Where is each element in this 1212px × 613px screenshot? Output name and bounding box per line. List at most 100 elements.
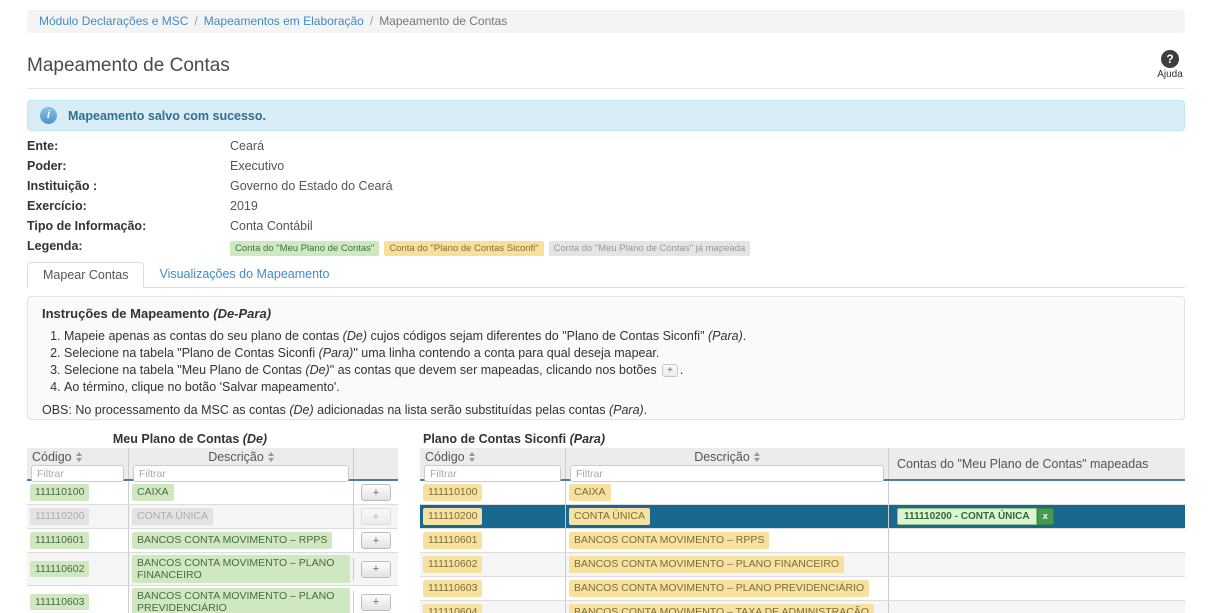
my-plan-account-row[interactable]: 111110200 CONTA ÚNICA + bbox=[27, 505, 398, 529]
legend-badges: Conta do "Meu Plano de Contas" Conta do "… bbox=[230, 238, 750, 259]
add-account-button[interactable]: + bbox=[361, 508, 391, 525]
add-account-button[interactable]: + bbox=[361, 532, 391, 549]
alert-message: Mapeamento salvo com sucesso. bbox=[68, 109, 266, 123]
account-code-badge: 111110601 bbox=[423, 532, 482, 548]
right-table-header: Código Descrição Contas do "Meu Plano de… bbox=[420, 448, 1185, 481]
legend-badge-yellow: Conta do "Plano de Contas Siconfi" bbox=[384, 241, 543, 256]
field-label: Tipo de Informação: bbox=[27, 219, 230, 239]
info-field-row: Ente:Ceará bbox=[27, 139, 1185, 159]
field-label: Instituição : bbox=[27, 179, 230, 199]
legend-badge-green: Conta do "Meu Plano de Contas" bbox=[230, 241, 379, 256]
right-desc-column-header[interactable]: Descrição bbox=[566, 450, 888, 464]
sort-icon[interactable] bbox=[754, 452, 760, 462]
left-table-title-em: (De) bbox=[243, 432, 267, 446]
field-value: Executivo bbox=[230, 159, 284, 179]
right-code-column-header[interactable]: Código bbox=[420, 450, 565, 464]
right-table-title-em: (Para) bbox=[570, 432, 605, 446]
my-plan-account-row[interactable]: 111110602BANCOS CONTA MOVIMENTO – PLANO … bbox=[27, 553, 398, 586]
question-mark-icon: ? bbox=[1161, 50, 1179, 68]
breadcrumb-item: Mapeamento de Contas bbox=[379, 14, 507, 28]
field-value: Ceará bbox=[230, 139, 264, 159]
add-account-button[interactable]: + bbox=[361, 561, 391, 578]
instruction-item: Ao término, clique no botão 'Salvar mape… bbox=[64, 379, 1170, 396]
instructions-obs: OBS: No processamento da MSC as contas (… bbox=[42, 403, 1170, 417]
mapped-account-label: 111110200 - CONTA ÚNICA bbox=[897, 508, 1037, 525]
field-label: Ente: bbox=[27, 139, 230, 159]
info-field-row: Poder:Executivo bbox=[27, 159, 1185, 179]
account-desc-badge: BANCOS CONTA MOVIMENTO – PLANO PREVIDENC… bbox=[569, 580, 869, 596]
page-title: Mapeamento de Contas bbox=[27, 55, 230, 77]
field-label: Poder: bbox=[27, 159, 230, 179]
mapped-account-badge: 111110200 - CONTA ÚNICAx bbox=[897, 508, 1054, 525]
instruction-item: Selecione na tabela "Plano de Contas Sic… bbox=[64, 345, 1170, 362]
right-table-title-text: Plano de Contas Siconfi bbox=[423, 432, 566, 446]
add-account-button[interactable]: + bbox=[361, 484, 391, 501]
sort-icon[interactable] bbox=[268, 452, 274, 462]
tab-mapear-contas[interactable]: Mapear Contas bbox=[27, 262, 144, 288]
account-code-badge: 111110603 bbox=[423, 580, 482, 596]
right-desc-filter-input[interactable] bbox=[570, 465, 884, 482]
success-alert: i Mapeamento salvo com sucesso. bbox=[27, 100, 1185, 131]
breadcrumb: Módulo Declarações e MSC / Mapeamentos em … bbox=[27, 10, 1185, 33]
siconfi-account-row[interactable]: 111110602BANCOS CONTA MOVIMENTO – PLANO … bbox=[420, 553, 1185, 577]
account-desc-badge: BANCOS CONTA MOVIMENTO – RPPS bbox=[132, 532, 332, 548]
left-desc-column-header[interactable]: Descrição bbox=[129, 450, 353, 464]
account-code-badge: 111110602 bbox=[423, 556, 482, 572]
my-plan-account-row[interactable]: 111110100CAIXA+ bbox=[27, 481, 398, 505]
mapped-accounts-column-header: Contas do "Meu Plano de Contas" mapeadas bbox=[889, 450, 1185, 479]
siconfi-account-row[interactable]: 111110601BANCOS CONTA MOVIMENTO – RPPS bbox=[420, 529, 1185, 553]
entity-info: Ente:CearáPoder:ExecutivoInstituição :Go… bbox=[27, 139, 1185, 259]
breadcrumb-item[interactable]: Mapeamentos em Elaboração bbox=[204, 14, 364, 28]
right-table-title: Plano de Contas Siconfi (Para) bbox=[420, 432, 1185, 448]
instruction-item: Selecione na tabela "Meu Plano de Contas… bbox=[64, 362, 1170, 379]
legend-label: Legenda: bbox=[27, 239, 230, 259]
left-table-title: Meu Plano de Contas (De) bbox=[27, 432, 353, 448]
account-desc-badge: CONTA ÚNICA bbox=[132, 508, 213, 524]
right-table-body: 111110100CAIXA111110200CONTA ÚNICA111110… bbox=[420, 481, 1185, 613]
siconfi-account-row[interactable]: 111110100 CAIXA bbox=[420, 481, 1185, 505]
left-code-column-header[interactable]: Código bbox=[27, 450, 128, 464]
page: Módulo Declarações e MSC / Mapeamentos em … bbox=[0, 0, 1212, 613]
account-code-badge: 111110603 bbox=[30, 594, 89, 610]
field-value: Governo do Estado do Ceará bbox=[230, 179, 393, 199]
account-code-badge: 111110100 bbox=[423, 484, 482, 500]
left-code-filter-input[interactable] bbox=[31, 465, 124, 482]
info-field-row: Instituição :Governo do Estado do Ceará bbox=[27, 179, 1185, 199]
account-desc-badge: BANCOS CONTA MOVIMENTO – TAXA DE ADMINIS… bbox=[569, 604, 874, 613]
my-chart-of-accounts-table: Meu Plano de Contas (De) Código Descriçã… bbox=[27, 432, 398, 613]
my-plan-account-row[interactable]: 111110603 BANCOS CONTA MOVIMENTO – PLANO … bbox=[27, 586, 398, 613]
account-desc-badge: CAIXA bbox=[132, 484, 174, 500]
instruction-item: Mapeie apenas as contas do seu plano de … bbox=[64, 328, 1170, 345]
instructions-list: Mapeie apenas as contas do seu plano de … bbox=[42, 328, 1170, 396]
my-plan-account-row[interactable]: 111110601 BANCOS CONTA MOVIMENTO – RPPS + bbox=[27, 529, 398, 553]
remove-mapped-button[interactable]: x bbox=[1037, 508, 1054, 525]
field-value: 2019 bbox=[230, 199, 258, 219]
account-desc-badge: CAIXA bbox=[569, 484, 611, 500]
right-code-filter-input[interactable] bbox=[424, 465, 561, 482]
siconfi-account-row[interactable]: 111110603 BANCOS CONTA MOVIMENTO – PLANO … bbox=[420, 577, 1185, 601]
sort-icon[interactable] bbox=[469, 452, 475, 462]
tab-bar: Mapear ContasVisualizações do Mapeamento bbox=[27, 261, 1185, 288]
siconfi-account-row[interactable]: 111110604BANCOS CONTA MOVIMENTO – TAXA D… bbox=[420, 601, 1185, 613]
info-field-row: Tipo de Informação:Conta Contábil bbox=[27, 219, 1185, 239]
legend-badge-gray: Conta do "Meu Plano de Contas" já mapead… bbox=[549, 241, 751, 256]
legend-row: Legenda:Conta do "Meu Plano de Contas"Co… bbox=[27, 239, 1185, 259]
breadcrumb-separator: / bbox=[370, 14, 373, 28]
left-desc-filter-input[interactable] bbox=[133, 465, 349, 482]
left-table-body: 111110100CAIXA+111110200CONTA ÚNICA+1111… bbox=[27, 481, 398, 613]
breadcrumb-item[interactable]: Módulo Declarações e MSC bbox=[39, 14, 188, 28]
plus-button-example: + bbox=[662, 364, 678, 377]
add-account-button[interactable]: + bbox=[361, 594, 391, 611]
help-button[interactable]: ? Ajuda bbox=[1152, 50, 1188, 80]
field-label: Exercício: bbox=[27, 199, 230, 219]
breadcrumb-separator: / bbox=[194, 14, 197, 28]
account-code-badge: 111110200 bbox=[30, 508, 89, 524]
sort-icon[interactable] bbox=[76, 452, 82, 462]
account-desc-badge: BANCOS CONTA MOVIMENTO – PLANO PREVIDENC… bbox=[132, 588, 350, 613]
account-code-badge: 111110200 bbox=[423, 508, 482, 524]
account-code-badge: 111110601 bbox=[30, 532, 89, 548]
tab-visualizacoes-do-mapeamento[interactable]: Visualizações do Mapeamento bbox=[144, 262, 344, 286]
siconfi-account-row[interactable]: 111110200 CONTA ÚNICA 111110200 - CONTA ÚN… bbox=[420, 505, 1185, 529]
instructions-title-em: (De-Para) bbox=[213, 306, 271, 321]
account-desc-badge: CONTA ÚNICA bbox=[569, 508, 650, 524]
